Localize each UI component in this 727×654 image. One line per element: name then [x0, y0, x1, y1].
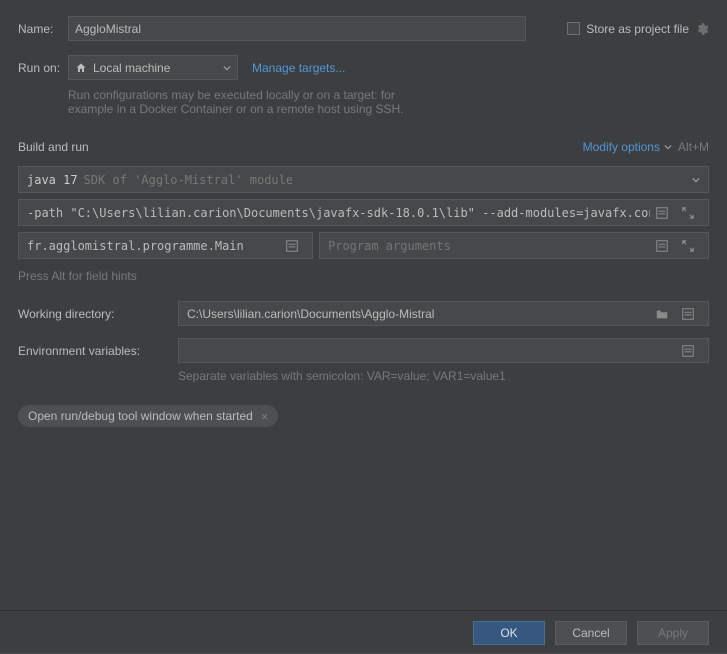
modify-options-link[interactable]: Modify options [583, 140, 660, 154]
build-run-title: Build and run [18, 140, 89, 154]
env-vars-hint: Separate variables with semicolon: VAR=v… [178, 369, 709, 383]
dialog-footer: OK Cancel Apply [0, 610, 727, 654]
inline-list-icon[interactable] [282, 239, 302, 253]
gear-icon[interactable] [695, 22, 709, 36]
name-input[interactable] [68, 16, 526, 41]
expand-icon[interactable] [678, 206, 698, 220]
run-on-combo[interactable]: Local machine [68, 55, 238, 80]
sdk-combo[interactable]: java 17 SDK of 'Agglo-Mistral' module [18, 166, 709, 193]
main-class-field-wrapper [18, 232, 313, 259]
working-dir-label: Working directory: [18, 307, 178, 321]
vm-options-field-wrapper [18, 199, 709, 226]
alt-hint: Press Alt for field hints [18, 269, 709, 283]
store-as-file-label: Store as project file [586, 22, 689, 36]
chevron-down-icon [223, 64, 231, 72]
open-tool-window-chip[interactable]: Open run/debug tool window when started … [18, 405, 278, 427]
name-label: Name: [18, 22, 68, 36]
inline-list-icon[interactable] [652, 206, 672, 220]
cancel-button[interactable]: Cancel [555, 621, 627, 645]
run-on-hint-1: Run configurations may be executed local… [68, 88, 709, 102]
working-dir-input[interactable] [185, 302, 652, 325]
env-vars-input[interactable] [185, 339, 678, 362]
manage-targets-link[interactable]: Manage targets... [252, 61, 345, 75]
home-icon [75, 62, 87, 74]
inline-list-icon[interactable] [652, 239, 672, 253]
ok-button[interactable]: OK [473, 621, 545, 645]
apply-button[interactable]: Apply [637, 621, 709, 645]
expand-icon[interactable] [678, 239, 698, 253]
env-vars-field-wrapper [178, 338, 709, 363]
folder-icon[interactable] [652, 307, 672, 321]
sdk-name: java 17 [27, 173, 78, 187]
close-icon[interactable]: × [261, 410, 269, 423]
run-on-label: Run on: [18, 61, 68, 75]
working-dir-field-wrapper [178, 301, 709, 326]
chevron-down-icon [664, 143, 672, 151]
program-args-input[interactable] [326, 233, 652, 258]
inline-list-icon[interactable] [678, 307, 698, 321]
modify-options-shortcut: Alt+M [678, 140, 709, 154]
chip-label: Open run/debug tool window when started [28, 409, 253, 423]
program-args-field-wrapper [319, 232, 709, 259]
chevron-down-icon [692, 176, 700, 184]
store-as-file-checkbox[interactable] [567, 22, 580, 35]
vm-options-input[interactable] [25, 200, 652, 225]
inline-list-icon[interactable] [678, 344, 698, 358]
run-on-value: Local machine [93, 61, 170, 75]
main-class-input[interactable] [25, 233, 282, 258]
run-on-hint-2: example in a Docker Container or on a re… [68, 102, 709, 116]
env-vars-label: Environment variables: [18, 344, 178, 358]
sdk-hint: SDK of 'Agglo-Mistral' module [84, 173, 294, 187]
